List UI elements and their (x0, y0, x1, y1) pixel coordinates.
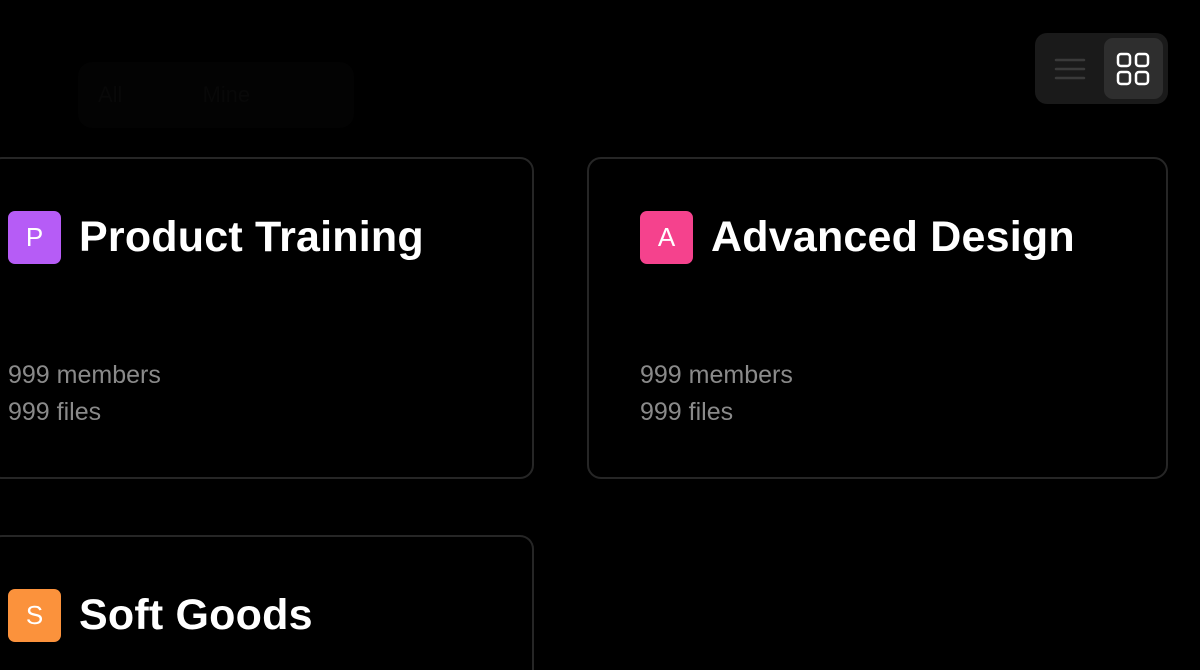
team-card-product-training[interactable]: P Product Training 999 members 999 files (0, 157, 534, 479)
grid-icon (1117, 52, 1150, 85)
list-icon (1054, 58, 1085, 79)
team-name: Soft Goods (79, 591, 313, 639)
team-name: Advanced Design (711, 213, 1075, 261)
view-toggle (1035, 33, 1168, 104)
team-stats: 999 members 999 files (640, 357, 793, 431)
team-name: Product Training (79, 213, 424, 261)
team-files-count: 999 files (640, 398, 734, 426)
team-avatar: A (640, 211, 693, 264)
team-members-count: 999 members (8, 361, 161, 389)
list-view-button[interactable] (1040, 38, 1100, 99)
grid-view-button[interactable] (1103, 38, 1163, 99)
teams-page: All Mine P Product Training 999 members … (0, 0, 1200, 670)
filter-tabs: All Mine (78, 62, 354, 128)
filter-tab-mine[interactable]: Mine (202, 82, 250, 108)
team-members-count: 999 members (640, 361, 793, 389)
team-avatar: P (8, 211, 61, 264)
filter-tab-all[interactable]: All (98, 82, 122, 108)
team-files-count: 999 files (8, 398, 102, 426)
team-card-header: A Advanced Design (640, 211, 1075, 264)
team-card-header: P Product Training (8, 211, 424, 264)
team-stats: 999 members 999 files (8, 357, 161, 431)
team-card-header: S Soft Goods (8, 589, 313, 642)
team-avatar: S (8, 589, 61, 642)
team-card-advanced-design[interactable]: A Advanced Design 999 members 999 files (587, 157, 1168, 479)
team-card-soft-goods[interactable]: S Soft Goods (0, 535, 534, 670)
